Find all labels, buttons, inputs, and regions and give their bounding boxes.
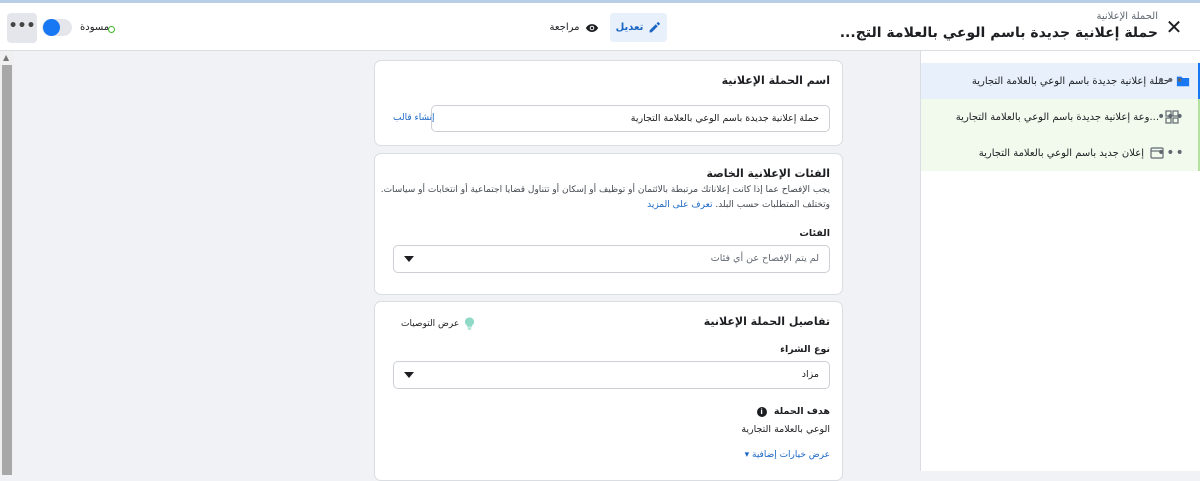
pencil-icon [650, 22, 661, 33]
campaign-structure-panel: حملة إعلانية جديدة باسم الوعي بالعلامة ا… [920, 51, 1200, 471]
campaign-name-title: اسم الحملة الإعلانية [721, 74, 830, 87]
tree-item-adset[interactable]: ...وعة إعلانية جديدة باسم الوعي بالعلامة… [921, 99, 1200, 135]
requirements-note: وتختلف المتطلبات حسب البلد. [715, 200, 830, 210]
special-categories-description: يجب الإفصاح عما إذا كانت إعلاناتك مرتبطة… [380, 185, 830, 195]
eye-icon [585, 23, 598, 32]
info-icon[interactable]: i [756, 406, 767, 417]
header-bar: ✕ الحملة الإعلانية حملة إعلانية جديدة با… [0, 3, 1200, 51]
special-categories-note: وتختلف المتطلبات حسب البلد. تعرف على الم… [647, 200, 830, 210]
campaign-name-input[interactable]: حملة إعلانية جديدة باسم الوعي بالعلامة ا… [431, 105, 830, 132]
campaign-objective-label-text: هدف الحملة [773, 406, 830, 417]
tree-item-more-icon[interactable]: ••• [1157, 73, 1185, 89]
scrollbar-thumb[interactable] [2, 65, 12, 475]
edit-mode-label: تعديل [615, 22, 644, 33]
buying-type-dropdown[interactable]: مزاد [393, 361, 830, 389]
tree-item-ad[interactable]: إعلان جديد باسم الوعي بالعلامة التجارية … [921, 135, 1200, 171]
breadcrumb: الحملة الإعلانية [1096, 11, 1159, 22]
draft-status-label: مسودة [80, 22, 110, 33]
special-categories-title: الفئات الإعلانية الخاصة [706, 167, 830, 180]
tree-item-more-icon[interactable]: ••• [1157, 109, 1185, 125]
campaign-objective-label: هدف الحملة i [756, 406, 830, 417]
buying-type-label: نوع الشراء [780, 344, 830, 355]
close-icon[interactable]: ✕ [1164, 17, 1184, 37]
categories-dropdown[interactable]: لم يتم الإفصاح عن أي فئات [393, 245, 830, 273]
campaign-toggle[interactable] [42, 19, 72, 36]
learn-more-link[interactable]: تعرف على المزيد [647, 200, 712, 210]
create-template-link[interactable]: إنشاء قالب [393, 113, 435, 123]
scrollbar[interactable]: ▲ [0, 51, 14, 475]
show-recommendations-button[interactable]: عرض التوصيات [401, 317, 475, 330]
campaign-name-section: اسم الحملة الإعلانية حملة إعلانية جديدة … [374, 60, 843, 146]
categories-dropdown-value: لم يتم الإفصاح عن أي فئات [710, 253, 819, 264]
lightbulb-icon [465, 317, 475, 330]
tree-item-campaign[interactable]: حملة إعلانية جديدة باسم الوعي بالعلامة ا… [921, 63, 1200, 99]
toggle-knob [43, 19, 60, 36]
buying-type-value: مزاد [801, 369, 819, 380]
page-title: حملة إعلانية جديدة باسم الوعي بالعلامة ا… [839, 25, 1158, 41]
draft-status-icon [108, 26, 115, 33]
review-mode-label: مراجعة [549, 22, 580, 33]
chevron-down-icon [404, 372, 414, 378]
special-categories-section: الفئات الإعلانية الخاصة يجب الإفصاح عما … [374, 153, 843, 295]
campaign-details-section: تفاصيل الحملة الإعلانية عرض التوصيات نوع… [374, 301, 843, 481]
tree-item-label: ...وعة إعلانية جديدة باسم الوعي بالعلامة… [955, 111, 1159, 123]
chevron-down-icon [404, 256, 414, 262]
tree-item-more-icon[interactable]: ••• [1157, 145, 1185, 161]
more-options-link[interactable]: عرض خيارات إضافية ▾ [745, 450, 830, 460]
show-recommendations-label: عرض التوصيات [401, 318, 460, 329]
tree-item-label: حملة إعلانية جديدة باسم الوعي بالعلامة ا… [971, 75, 1170, 87]
campaign-details-title: تفاصيل الحملة الإعلانية [703, 315, 830, 328]
campaign-objective-value: الوعي بالعلامة التجارية [741, 424, 830, 435]
more-options-button[interactable]: ••• [7, 13, 37, 43]
scroll-up-icon[interactable]: ▲ [3, 53, 9, 62]
tree-item-label: إعلان جديد باسم الوعي بالعلامة التجارية [978, 147, 1144, 159]
review-mode-button[interactable]: مراجعة [546, 13, 602, 42]
edit-mode-button[interactable]: تعديل [610, 13, 667, 42]
categories-label: الفئات [799, 228, 830, 239]
